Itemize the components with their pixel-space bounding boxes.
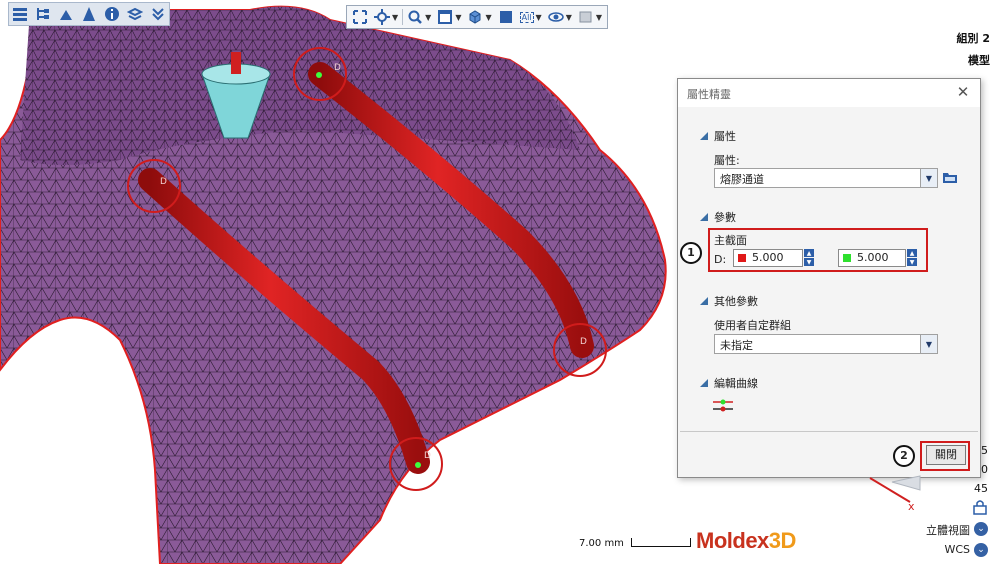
color-swatch-red [738,254,746,262]
runner-node [415,462,421,468]
collapse-icon[interactable] [147,3,169,25]
group-label: 組別 2 [956,32,990,45]
left-toolbar [8,2,170,26]
value-readout-2: 0 [981,463,988,476]
display-mode-icon[interactable]: ▼ [576,7,604,27]
list-icon[interactable] [9,3,31,25]
scale-line [631,538,692,547]
runner-label: D [424,451,431,461]
cube-view-icon[interactable]: ▼ [465,7,493,27]
main-section-label: 主截面 [714,234,747,247]
diameter-input-2[interactable]: 5.000 [838,249,906,267]
runner-label: D [580,337,587,347]
section-other-params[interactable]: 其他參數 [700,293,758,309]
all-select-icon[interactable]: All ▼ [518,7,544,27]
folder-icon[interactable] [942,169,958,185]
close-button[interactable]: 關閉 [926,445,966,465]
view-mode-label: 立體視圖 [926,524,970,537]
axis-x-label: x [908,500,915,513]
edit-curve-icon[interactable] [712,397,734,415]
cone-icon[interactable] [78,3,100,25]
diameter-input-1[interactable]: 5.000 [733,249,803,267]
info-icon[interactable] [101,3,123,25]
mesh-icon[interactable] [55,3,77,25]
brand-logo: Moldex3D [696,528,796,553]
chevron-down-icon: ▼ [920,169,937,187]
d-label: D: [714,253,727,266]
coordinate-chevron-icon[interactable]: ⌄ [974,543,988,557]
close-icon[interactable]: ✕ [954,83,972,101]
runner-node [316,72,322,78]
runner-label: D [334,63,341,73]
dialog-divider [680,431,978,432]
coordinate-system-label: WCS [944,543,970,556]
section-properties[interactable]: 屬性 [700,128,736,144]
fit-view-icon[interactable] [350,7,370,27]
scale-bar: 7.00 mm [579,538,692,549]
window-icon[interactable]: ▼ [435,7,463,27]
section-edit-curve[interactable]: 編輯曲線 [700,375,758,391]
zoom-icon[interactable]: ▼ [405,7,433,27]
view-toolbar: ▼ ▼ ▼ ▼ All ▼ ▼ ▼ [346,5,609,29]
user-group-label: 使用者自定群組 [714,319,791,332]
property-label: 屬性: [714,154,740,167]
collapse-triangle-icon [700,213,708,221]
dialog-title: 屬性精靈 [687,88,731,101]
user-group-select[interactable]: 未指定 ▼ [714,334,938,354]
property-wizard-dialog: 屬性精靈 ✕ 屬性 屬性: 熔膠通道 ▼ 參數 主截面 D: 5.000 ▲ ▼ … [677,78,981,478]
scale-text: 7.00 mm [579,538,624,549]
diameter-spinner-1[interactable]: ▲ ▼ [804,249,814,267]
value-readout-1: 5 [981,444,988,457]
dialog-titlebar: 屬性精靈 ✕ [678,79,980,107]
property-select[interactable]: 熔膠通道 ▼ [714,168,938,188]
visibility-icon[interactable]: ▼ [546,7,574,27]
diameter-spinner-2[interactable]: ▲ ▼ [907,249,917,267]
collapse-triangle-icon [700,297,708,305]
layers-icon[interactable] [124,3,146,25]
view-mode-chevron-icon[interactable]: ⌄ [974,522,988,536]
color-swatch-green [843,254,851,262]
lock-icon[interactable] [972,499,988,515]
runner-label: D [160,177,167,187]
callout-2: 2 [893,445,915,467]
value-readout-3: 45 [974,482,988,495]
model-label: 模型 [968,54,990,67]
model-viewport[interactable]: D D D D [0,0,680,564]
section-parameters[interactable]: 參數 [700,209,736,225]
tree-icon[interactable] [32,3,54,25]
callout-1: 1 [680,242,702,264]
fill-icon[interactable] [496,7,516,27]
rotate-center-icon[interactable]: ▼ [372,7,400,27]
chevron-down-icon: ▼ [920,335,937,353]
collapse-triangle-icon [700,379,708,387]
collapse-triangle-icon [700,132,708,140]
